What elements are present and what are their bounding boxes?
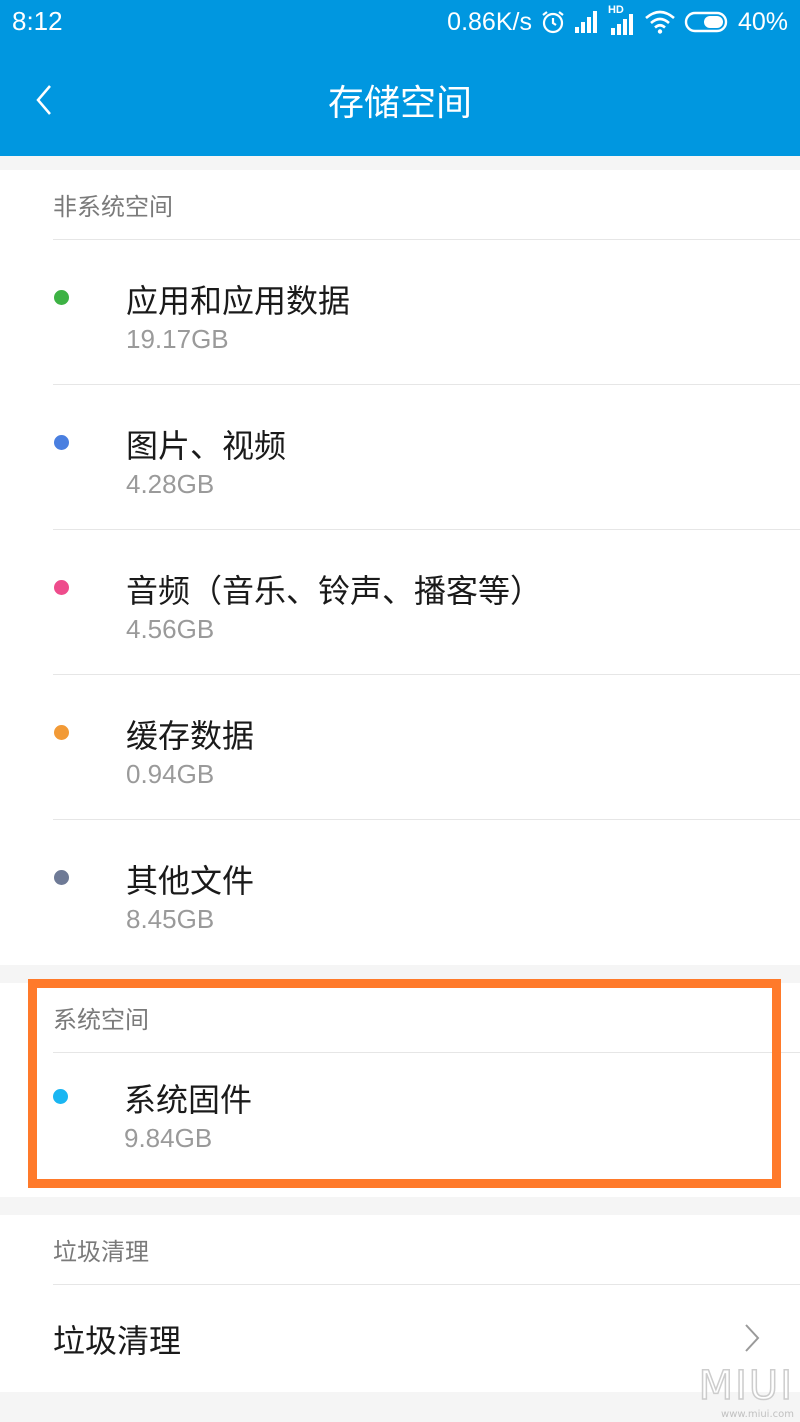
battery-icon <box>684 10 730 34</box>
section-header-system: 系统空间 <box>53 983 800 1053</box>
storage-item-audio[interactable]: 音频（音乐、铃声、播客等） 4.56GB <box>53 530 800 675</box>
section-header-cleanup: 垃圾清理 <box>53 1215 800 1285</box>
wifi-icon <box>644 10 676 34</box>
watermark-logo: MIUI <box>698 1362 794 1410</box>
storage-item-system-firmware[interactable]: 系统固件 9.84GB <box>53 1053 800 1196</box>
color-dot <box>53 1089 68 1104</box>
color-dot <box>54 580 69 595</box>
item-label: 系统固件 <box>124 1081 253 1119</box>
system-item-list: 系统固件 9.84GB <box>0 1053 800 1196</box>
storage-item-photos-videos[interactable]: 图片、视频 4.28GB <box>53 385 800 530</box>
network-speed: 0.86K/s <box>447 7 532 36</box>
chevron-right-icon <box>745 1324 760 1352</box>
signal-icon <box>574 10 600 34</box>
item-size: 9.84GB <box>124 1123 213 1153</box>
status-bar: 8:12 0.86K/s HD 40% <box>0 0 800 44</box>
hd-signal-icon: HD <box>608 4 636 36</box>
storage-item-apps[interactable]: 应用和应用数据 19.17GB <box>53 240 800 385</box>
item-size: 19.17GB <box>126 324 229 354</box>
item-size: 0.94GB <box>126 759 215 789</box>
item-label: 缓存数据 <box>126 717 255 755</box>
non-system-storage-card: 非系统空间 应用和应用数据 19.17GB 图片、视频 4.28GB 音频（音乐… <box>0 170 800 965</box>
color-dot <box>54 290 69 305</box>
title-bar: 存储空间 <box>0 44 800 156</box>
status-icons: 0.86K/s HD 40% <box>447 4 788 38</box>
item-label: 音频（音乐、铃声、播客等） <box>126 572 543 610</box>
non-system-item-list: 应用和应用数据 19.17GB 图片、视频 4.28GB 音频（音乐、铃声、播客… <box>0 240 800 965</box>
status-time: 8:12 <box>12 6 63 36</box>
item-label: 图片、视频 <box>126 427 287 465</box>
item-label: 应用和应用数据 <box>126 282 351 320</box>
storage-item-cache[interactable]: 缓存数据 0.94GB <box>53 675 800 820</box>
item-label: 其他文件 <box>126 862 255 900</box>
item-size: 4.56GB <box>126 614 215 644</box>
storage-item-other-files[interactable]: 其他文件 8.45GB <box>53 820 800 965</box>
watermark-site: www.miui.com <box>721 1409 794 1420</box>
cleanup-row[interactable]: 垃圾清理 <box>53 1285 800 1392</box>
system-storage-card: 系统空间 系统固件 9.84GB <box>0 983 800 1197</box>
color-dot <box>54 870 69 885</box>
battery-level: 40% <box>737 7 788 36</box>
section-header-non-system: 非系统空间 <box>53 170 800 240</box>
cleanup-card: 垃圾清理 垃圾清理 <box>0 1215 800 1392</box>
color-dot <box>54 725 69 740</box>
color-dot <box>54 435 69 450</box>
alarm-icon <box>540 9 566 35</box>
page-title: 存储空间 <box>327 83 472 124</box>
cleanup-label: 垃圾清理 <box>53 1321 182 1360</box>
item-size: 4.28GB <box>126 469 215 499</box>
miui-watermark: MIUI www.miui.com <box>698 1362 794 1420</box>
item-size: 8.45GB <box>126 904 215 934</box>
